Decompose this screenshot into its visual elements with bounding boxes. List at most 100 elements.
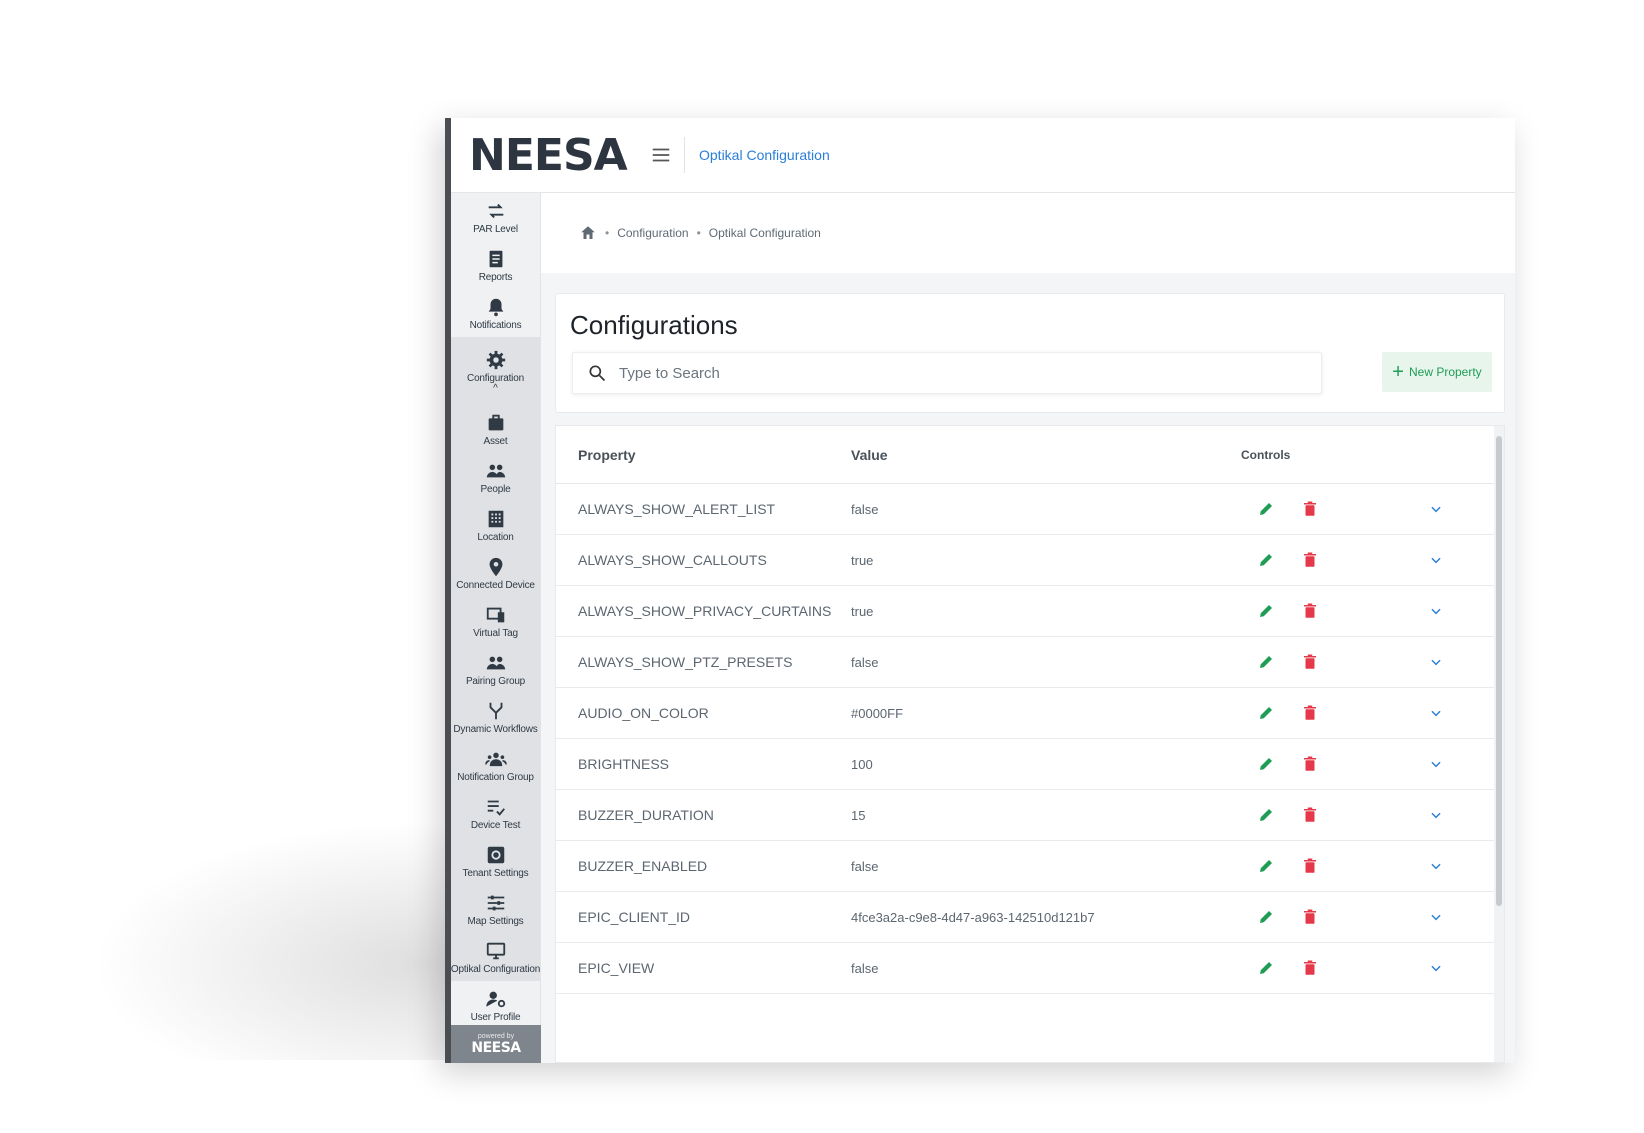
table-row[interactable]: ALWAYS_SHOW_PRIVACY_CURTAINS true bbox=[556, 586, 1504, 637]
sidebar-item-optikal-configuration[interactable]: Optikal Configuration bbox=[451, 933, 540, 981]
delete-button[interactable] bbox=[1295, 545, 1325, 575]
expand-button[interactable] bbox=[1416, 706, 1456, 720]
trash-icon bbox=[1304, 807, 1316, 822]
table-row[interactable]: ALWAYS_SHOW_ALERT_LIST false bbox=[556, 484, 1504, 535]
table-row[interactable]: BUZZER_DURATION 15 bbox=[556, 790, 1504, 841]
trash-icon bbox=[1304, 909, 1316, 924]
briefcase-icon bbox=[488, 414, 503, 430]
expand-button[interactable] bbox=[1416, 502, 1456, 516]
breadcrumb-item-configuration[interactable]: Configuration bbox=[617, 226, 688, 240]
property-cell: BRIGHTNESS bbox=[578, 756, 670, 772]
table-row[interactable]: ALWAYS_SHOW_PTZ_PRESETS false bbox=[556, 637, 1504, 688]
devices-icon bbox=[486, 607, 504, 622]
page-title: Configurations bbox=[570, 310, 738, 340]
home-icon[interactable] bbox=[579, 224, 597, 242]
pencil-icon bbox=[1260, 758, 1272, 770]
controls-cell bbox=[1241, 749, 1416, 779]
expand-button[interactable] bbox=[1416, 604, 1456, 618]
table-row[interactable]: EPIC_VIEW false bbox=[556, 943, 1504, 994]
header-page-link[interactable]: Optikal Configuration bbox=[699, 147, 830, 163]
delete-button[interactable] bbox=[1295, 902, 1325, 932]
edit-button[interactable] bbox=[1251, 698, 1281, 728]
expand-button[interactable] bbox=[1416, 859, 1456, 873]
edit-button[interactable] bbox=[1251, 545, 1281, 575]
sidebar-item-device-test[interactable]: Device Test bbox=[451, 789, 540, 837]
edit-button[interactable] bbox=[1251, 800, 1281, 830]
user-gear-icon bbox=[485, 991, 505, 1007]
expand-button[interactable] bbox=[1416, 757, 1456, 771]
sidebar-item-asset[interactable]: Asset bbox=[451, 405, 540, 453]
expand-button[interactable] bbox=[1416, 961, 1456, 975]
chevron-down-icon bbox=[1431, 710, 1441, 717]
table-header: Property Value Controls bbox=[556, 426, 1504, 484]
delete-button[interactable] bbox=[1295, 953, 1325, 983]
edit-button[interactable] bbox=[1251, 494, 1281, 524]
sidebar-item-par-level[interactable]: PAR Level bbox=[451, 193, 540, 241]
expand-button[interactable] bbox=[1416, 655, 1456, 669]
controls-cell bbox=[1241, 953, 1416, 983]
sidebar-item-map-settings[interactable]: Map Settings bbox=[451, 885, 540, 933]
pencil-icon bbox=[1260, 605, 1272, 617]
sidebar-item-connected-device[interactable]: Connected Device bbox=[451, 549, 540, 597]
edit-button[interactable] bbox=[1251, 596, 1281, 626]
property-cell: EPIC_VIEW bbox=[578, 960, 655, 976]
pencil-icon bbox=[1260, 962, 1272, 974]
expand-button[interactable] bbox=[1416, 808, 1456, 822]
chevron-up-icon: ^ bbox=[493, 382, 498, 394]
header-property[interactable]: Property bbox=[556, 447, 851, 463]
sidebar-item-configuration[interactable]: Configuration ^ bbox=[451, 337, 540, 405]
table-row[interactable]: AUDIO_ON_COLOR #0000FF bbox=[556, 688, 1504, 739]
table-row[interactable]: ALWAYS_SHOW_CALLOUTS true bbox=[556, 535, 1504, 586]
neesa-logo[interactable]: NEESA bbox=[469, 130, 634, 181]
expand-button[interactable] bbox=[1416, 910, 1456, 924]
table-scrollbar[interactable] bbox=[1494, 426, 1504, 1062]
delete-button[interactable] bbox=[1295, 800, 1325, 830]
table-body: ALWAYS_SHOW_ALERT_LIST false ALWAYS_SHOW_C… bbox=[556, 484, 1504, 994]
table-row[interactable]: BRIGHTNESS 100 bbox=[556, 739, 1504, 790]
property-cell: ALWAYS_SHOW_CALLOUTS bbox=[578, 552, 767, 568]
edit-button[interactable] bbox=[1251, 902, 1281, 932]
expand-button[interactable] bbox=[1416, 553, 1456, 567]
new-property-button[interactable]: + New Property bbox=[1382, 352, 1492, 392]
sidebar-item-location[interactable]: Location bbox=[451, 501, 540, 549]
trash-icon bbox=[1304, 552, 1316, 567]
sidebar-item-people[interactable]: People bbox=[451, 453, 540, 501]
delete-button[interactable] bbox=[1295, 749, 1325, 779]
value-cell: #0000FF bbox=[851, 705, 904, 721]
scrollbar-thumb[interactable] bbox=[1496, 436, 1502, 906]
delete-button[interactable] bbox=[1295, 698, 1325, 728]
sidebar-item-pairing-group[interactable]: Pairing Group bbox=[451, 645, 540, 693]
table-row[interactable]: EPIC_CLIENT_ID 4fce3a2a-c9e8-4d47-a963-14… bbox=[556, 892, 1504, 943]
sidebar-item-virtual-tag[interactable]: Virtual Tag bbox=[451, 597, 540, 645]
delete-button[interactable] bbox=[1295, 851, 1325, 881]
delete-button[interactable] bbox=[1295, 494, 1325, 524]
controls-cell bbox=[1241, 596, 1416, 626]
delete-button[interactable] bbox=[1295, 596, 1325, 626]
sidebar-item-reports[interactable]: Reports bbox=[451, 241, 540, 289]
chevron-down-icon bbox=[1431, 557, 1441, 564]
search-input[interactable] bbox=[619, 364, 1299, 382]
delete-button[interactable] bbox=[1295, 647, 1325, 677]
breadcrumb-item-optikal-configuration: Optikal Configuration bbox=[708, 226, 821, 240]
value-cell: false bbox=[851, 654, 879, 670]
edit-button[interactable] bbox=[1251, 851, 1281, 881]
controls-cell bbox=[1241, 698, 1416, 728]
table-row[interactable]: BUZZER_ENABLED false bbox=[556, 841, 1504, 892]
chevron-down-icon bbox=[1431, 761, 1441, 768]
sidebar-item-notifications[interactable]: Notifications bbox=[451, 289, 540, 337]
sidebar-item-dynamic-workflows[interactable]: Dynamic Workflows bbox=[451, 693, 540, 741]
header-value[interactable]: Value bbox=[851, 447, 1241, 463]
hamburger-menu-button[interactable] bbox=[644, 138, 678, 172]
group-icon bbox=[486, 656, 505, 669]
sidebar-item-tenant-settings[interactable]: Tenant Settings bbox=[451, 837, 540, 885]
edit-button[interactable] bbox=[1251, 647, 1281, 677]
sidebar-item-user-profile[interactable]: User Profile bbox=[451, 981, 540, 1029]
edit-button[interactable] bbox=[1251, 749, 1281, 779]
sidebar-item-label: People bbox=[480, 483, 511, 495]
chevron-down-icon bbox=[1431, 659, 1441, 666]
chevron-down-icon bbox=[1431, 914, 1441, 921]
pencil-icon bbox=[1260, 656, 1272, 668]
edit-button[interactable] bbox=[1251, 953, 1281, 983]
sidebar-item-notification-group[interactable]: Notification Group bbox=[451, 741, 540, 789]
controls-cell bbox=[1241, 647, 1416, 677]
